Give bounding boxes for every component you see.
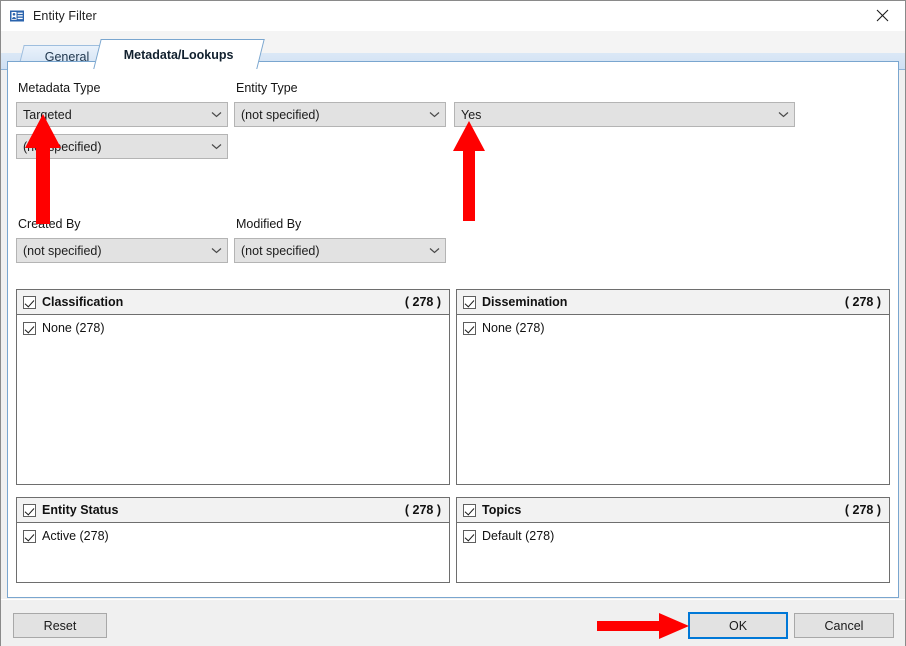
entity-type-label: Entity Type [236,81,298,95]
group-topics-list: Default (278) [457,523,889,582]
metadata-lookups-panel: Metadata Type Entity Type Targeted (not … [7,61,899,598]
chevron-down-icon [205,143,227,150]
modified-by-label: Modified By [236,217,301,231]
metadata-subtype-select[interactable]: (not specified) [16,134,228,159]
yes-no-select[interactable]: Yes [454,102,795,127]
title-bar: Entity Filter [1,1,905,31]
group-dissemination-header[interactable]: Dissemination ( 278 ) [457,290,889,315]
list-item-checkbox[interactable] [23,322,36,335]
chevron-down-icon [205,247,227,254]
metadata-type-label: Metadata Type [18,81,100,95]
metadata-type-value: Targeted [17,108,205,122]
group-entity-status-title: Entity Status [42,503,405,517]
group-topics: Topics ( 278 ) Default (278) [456,497,890,583]
list-item-label: None (278) [42,321,105,335]
group-topics-title: Topics [482,503,845,517]
entity-filter-dialog: Entity Filter General Metadata/Lookups M… [0,0,906,646]
chevron-down-icon [423,111,445,118]
group-classification: Classification ( 278 ) None (278) [16,289,450,485]
list-item-label: Default (278) [482,529,554,543]
group-entity-status-checkbox[interactable] [23,504,36,517]
group-classification-checkbox[interactable] [23,296,36,309]
group-classification-list: None (278) [17,315,449,484]
list-item-label: Active (278) [42,529,109,543]
group-entity-status: Entity Status ( 278 ) Active (278) [16,497,450,583]
chevron-down-icon [423,247,445,254]
entity-type-select[interactable]: (not specified) [234,102,446,127]
cancel-button[interactable]: Cancel [794,613,894,638]
ok-button[interactable]: OK [688,612,788,639]
group-dissemination-checkbox[interactable] [463,296,476,309]
yes-no-value: Yes [455,108,772,122]
entity-card-icon [9,8,25,24]
created-by-select[interactable]: (not specified) [16,238,228,263]
metadata-subtype-value: (not specified) [17,140,205,154]
group-topics-header[interactable]: Topics ( 278 ) [457,498,889,523]
chevron-down-icon [772,111,794,118]
list-item-checkbox[interactable] [23,530,36,543]
cancel-button-label: Cancel [825,619,864,633]
group-topics-checkbox[interactable] [463,504,476,517]
list-item[interactable]: None (278) [460,319,886,337]
created-by-label: Created By [18,217,81,231]
group-entity-status-header[interactable]: Entity Status ( 278 ) [17,498,449,523]
list-item[interactable]: None (278) [20,319,446,337]
group-entity-status-count: ( 278 ) [405,503,441,517]
window-title: Entity Filter [33,9,97,23]
close-icon[interactable] [860,1,905,30]
reset-button-label: Reset [44,619,77,633]
reset-button[interactable]: Reset [13,613,107,638]
tab-metadata-lookups-label: Metadata/Lookups [124,48,234,62]
created-by-value: (not specified) [17,244,205,258]
group-classification-count: ( 278 ) [405,295,441,309]
list-item-checkbox[interactable] [463,530,476,543]
list-item-checkbox[interactable] [463,322,476,335]
group-dissemination: Dissemination ( 278 ) None (278) [456,289,890,485]
ok-button-label: OK [729,619,747,633]
modified-by-select[interactable]: (not specified) [234,238,446,263]
group-topics-count: ( 278 ) [845,503,881,517]
group-classification-title: Classification [42,295,405,309]
tab-metadata-lookups[interactable]: Metadata/Lookups [93,39,264,69]
group-dissemination-count: ( 278 ) [845,295,881,309]
modified-by-value: (not specified) [235,244,423,258]
chevron-down-icon [205,111,227,118]
list-item[interactable]: Active (278) [20,527,446,545]
entity-type-value: (not specified) [235,108,423,122]
group-classification-header[interactable]: Classification ( 278 ) [17,290,449,315]
list-item[interactable]: Default (278) [460,527,886,545]
group-entity-status-list: Active (278) [17,523,449,582]
group-dissemination-list: None (278) [457,315,889,484]
metadata-type-select[interactable]: Targeted [16,102,228,127]
group-dissemination-title: Dissemination [482,295,845,309]
list-item-label: None (278) [482,321,545,335]
